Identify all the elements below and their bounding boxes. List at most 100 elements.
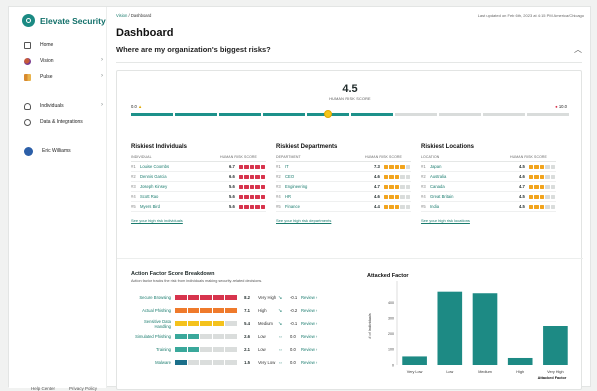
row-name-link[interactable]: Engineering (285, 184, 374, 189)
row-name-link[interactable]: HR (285, 194, 374, 199)
score-bar-cell (550, 174, 555, 179)
risk-column-title: Riskiest Departments (276, 144, 338, 150)
sidebar-item-data-integrations[interactable]: Data & Integrations (9, 114, 107, 130)
row-name-link[interactable]: Scott Rao (140, 194, 229, 199)
score-bar-cell (534, 164, 539, 169)
factor-delta: -0.1 (290, 321, 298, 326)
collapse-chevron-icon[interactable]: ︿ (574, 44, 582, 55)
score-bar-cell (384, 194, 389, 199)
row-name-link[interactable]: Joseph Kinsey (140, 184, 229, 189)
column-header: LOCATION (421, 155, 440, 159)
table-row: #5 Finance 4.4 (276, 202, 411, 212)
score-value: 6.6 (229, 174, 235, 179)
score-bar-cell (405, 174, 410, 179)
action-factor-description: Action factor tracks the risk from indiv… (131, 279, 263, 283)
logo-icon (22, 14, 35, 27)
factor-bar-cell (187, 295, 200, 300)
risk-scale-segment (175, 113, 217, 116)
breadcrumb-vision[interactable]: Vision (116, 13, 127, 18)
bar-very-low (402, 356, 427, 365)
factor-score: 8.2 (244, 295, 250, 300)
vision-icon (24, 57, 31, 65)
review-link[interactable]: Review › (301, 334, 323, 339)
see-more-link[interactable]: See your high risk locations (421, 218, 556, 223)
score-bar-cell (550, 184, 555, 189)
factor-delta: -0.1 (290, 295, 298, 300)
review-link[interactable]: Review › (301, 295, 323, 300)
table-row: #1 Japan 4.5 (421, 162, 556, 172)
factor-name-link[interactable]: Malware (131, 360, 175, 365)
score-bar-cell (550, 204, 555, 209)
score-bar-cell (260, 194, 265, 199)
score-bar-cell (394, 164, 400, 169)
factor-level: Medium (258, 321, 273, 326)
row-name-link[interactable]: Dennis Garcia (140, 174, 229, 179)
score-bar-cell (244, 204, 249, 209)
score-bars (239, 194, 266, 199)
row-name-link[interactable]: CEO (285, 174, 374, 179)
rank: #4 (276, 194, 281, 199)
rank: #3 (276, 184, 281, 189)
brand-logo[interactable]: Elevate Security (22, 14, 106, 27)
score-bars (529, 184, 556, 189)
factor-name-link[interactable]: Training (131, 347, 175, 352)
factor-score: 2.1 (244, 347, 250, 352)
factor-bars (175, 321, 238, 326)
score-bar-cell (545, 204, 550, 209)
score-bar-cell (400, 174, 405, 179)
factor-name-link[interactable]: Secure Browsing (131, 295, 175, 300)
factor-bar-cell (175, 295, 187, 300)
row-name-link[interactable]: Myers Bird (140, 204, 229, 209)
score-bar-cell (244, 174, 249, 179)
see-more-link[interactable]: See your high risk departments (276, 218, 411, 223)
factor-delta: 0.0 (290, 347, 296, 352)
factor-name-link[interactable]: Sensitive Data Handling (131, 319, 175, 329)
x-tick-label: High (516, 370, 524, 374)
score-bar-cell (539, 204, 545, 209)
score-bar-cell (255, 174, 260, 179)
risk-column-header: LOCATION HUMAN RISK SCORE (421, 155, 556, 162)
row-name-link[interactable]: Louise Coombs (140, 164, 229, 169)
review-link[interactable]: Review › (301, 308, 323, 313)
score-bar-cell (384, 164, 389, 169)
review-link[interactable]: Review › (301, 321, 323, 326)
factor-bar-cell (212, 295, 225, 300)
action-factor-row: Malware 1.5 Very Low ⇔ 0.0 Review › (131, 356, 357, 369)
factor-bar-cell (175, 308, 187, 313)
see-more-link[interactable]: See your high risk individuals (131, 218, 266, 223)
sidebar-item-label: Pulse (40, 74, 53, 80)
y-axis-label: # of Individuals (368, 313, 372, 338)
row-name-link[interactable]: Japan (430, 164, 519, 169)
row-name-link[interactable]: India (430, 204, 519, 209)
row-name-link[interactable]: Great Britain (430, 194, 519, 199)
review-link[interactable]: Review › (301, 360, 323, 365)
table-row: #2 Australia 4.6 (421, 172, 556, 182)
score-bar-cell (244, 194, 249, 199)
column-header: HUMAN RISK SCORE (220, 155, 257, 159)
y-tick-label: 400 (388, 301, 394, 305)
sidebar-item-vision[interactable]: Vision › (9, 53, 107, 69)
sidebar-user[interactable]: Eric Williams (9, 143, 107, 159)
risk-card: 4.5 HUMAN RISK SCORE 0.0 ▲ ● 10.0 Riskie… (116, 70, 583, 390)
sidebar-item-pulse[interactable]: Pulse › (9, 69, 107, 85)
score-bar-cell (545, 164, 550, 169)
sidebar-item-home[interactable]: Home (9, 37, 107, 53)
row-name-link[interactable]: Canada (430, 184, 519, 189)
factor-bars (175, 347, 238, 352)
score-bar-cell (389, 164, 394, 169)
rank: #3 (131, 184, 136, 189)
sidebar-item-individuals[interactable]: Individuals › (9, 98, 107, 114)
factor-bar-cell (225, 295, 237, 300)
score-bar-cell (529, 194, 534, 199)
factor-name-link[interactable]: Simulated Phishing (131, 334, 175, 339)
row-name-link[interactable]: IT (285, 164, 374, 169)
bar-very-high (543, 326, 568, 365)
score-bars (384, 204, 411, 209)
factor-bars (175, 295, 238, 300)
row-name-link[interactable]: Australia (430, 174, 519, 179)
review-link[interactable]: Review › (301, 347, 323, 352)
factor-name-link[interactable]: Actual Phishing (131, 308, 175, 313)
row-name-link[interactable]: Finance (285, 204, 374, 209)
score-bars (384, 184, 411, 189)
sidebar-item-label: Home (40, 42, 54, 48)
